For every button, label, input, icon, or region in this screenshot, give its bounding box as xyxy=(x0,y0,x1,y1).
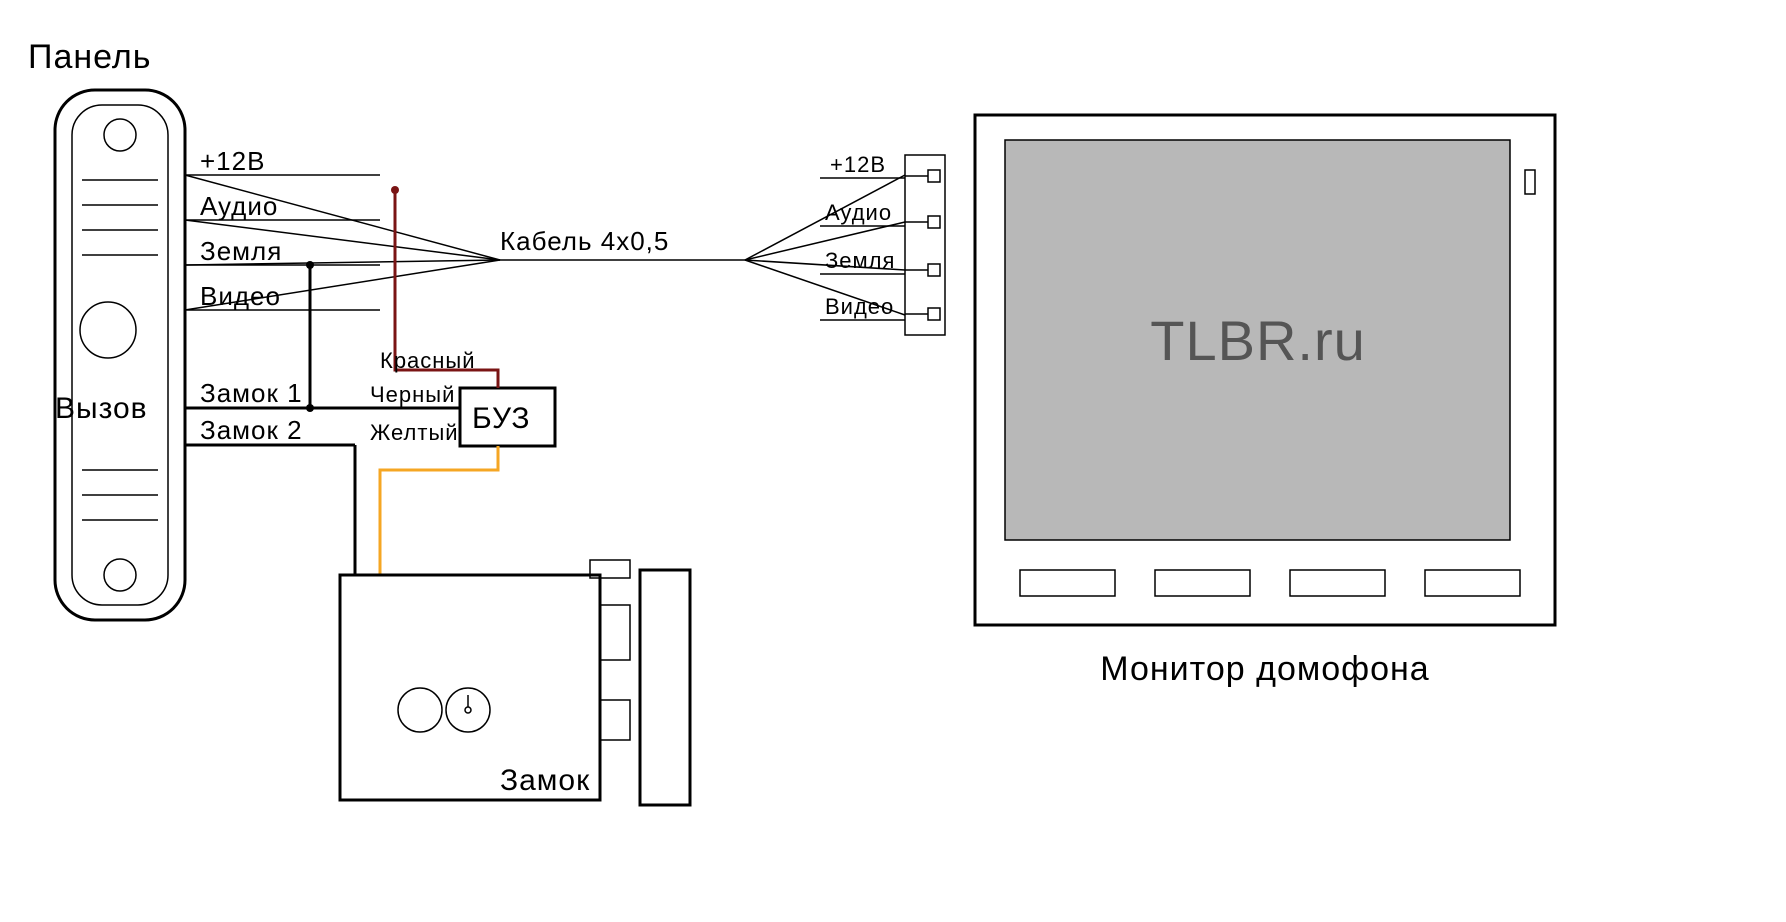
lock-striker xyxy=(640,570,690,805)
wiring-diagram: Панель Вызов +12В Аудио Земля Видео Кабе… xyxy=(0,0,1786,917)
monitor-title: Монитор домофона xyxy=(1100,650,1429,688)
monitor-term-gnd: Земля xyxy=(825,248,895,273)
call-button-label: Вызов xyxy=(55,392,148,425)
wire-black-label: Черный xyxy=(370,382,455,407)
monitor-btn-4 xyxy=(1425,570,1520,596)
lock1-label: Замок 1 xyxy=(200,378,303,408)
lock2-label: Замок 2 xyxy=(200,415,303,445)
panel-sig-audio: Аудио xyxy=(200,191,278,221)
monitor-btn-3 xyxy=(1290,570,1385,596)
monitor-term-video: Видео xyxy=(825,294,894,319)
panel-sig-12v: +12В xyxy=(200,146,265,176)
wire-yellow-label: Желтый xyxy=(370,420,459,445)
panel-sig-gnd: Земля xyxy=(200,236,282,266)
cable-label: Кабель 4х0,5 xyxy=(500,226,669,256)
panel-title: Панель xyxy=(28,38,151,76)
monitor-term-12v: +12В xyxy=(830,152,886,177)
monitor-btn-1 xyxy=(1020,570,1115,596)
monitor-screen-text: TLBR.ru xyxy=(1150,309,1366,372)
wire-red-label: Красный xyxy=(380,348,476,373)
panel-camera xyxy=(80,302,136,358)
lock-label: Замок xyxy=(500,764,590,797)
buz-label: БУЗ xyxy=(472,402,531,435)
panel-screw-top xyxy=(104,119,136,151)
panel-screw-bottom xyxy=(104,559,136,591)
monitor-btn-2 xyxy=(1155,570,1250,596)
monitor-term-audio: Аудио xyxy=(825,200,892,225)
panel-sig-video: Видео xyxy=(200,281,281,311)
